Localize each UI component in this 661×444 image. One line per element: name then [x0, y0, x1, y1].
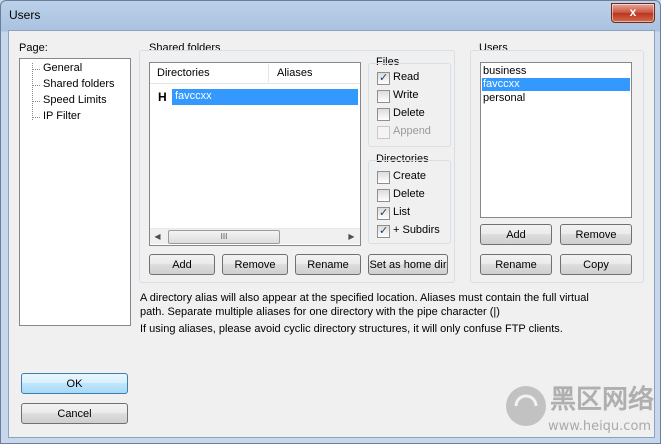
page-tree: General Shared folders Speed Limits IP F… — [19, 58, 131, 326]
info-text-line3: If using aliases, please avoid cyclic di… — [140, 323, 563, 335]
append-checkbox[interactable] — [377, 126, 390, 139]
copy-user-button[interactable]: Copy — [560, 254, 632, 275]
rename-user-button[interactable]: Rename — [480, 254, 552, 275]
user-item-personal[interactable]: personal — [483, 92, 525, 104]
close-button[interactable]: x — [611, 3, 655, 23]
scroll-right-icon[interactable]: ▶ — [344, 229, 359, 244]
horizontal-scrollbar[interactable]: ◀ III ▶ — [150, 228, 360, 244]
remove-directory-button[interactable]: Remove — [222, 254, 288, 275]
page-item-shared-folders[interactable]: Shared folders — [43, 78, 115, 90]
set-home-dir-button[interactable]: Set as home dir — [368, 254, 448, 275]
info-text-line2: path. Separate multiple aliases for one … — [140, 306, 500, 318]
column-directories[interactable]: Directories — [157, 67, 210, 79]
directory-row[interactable]: H favccxx — [156, 89, 358, 105]
add-user-button[interactable]: Add — [480, 224, 552, 245]
page-item-ip-filter[interactable]: IP Filter — [43, 110, 81, 122]
directories-list[interactable]: Directories Aliases H favccxx ◀ III ▶ — [149, 62, 361, 246]
list-label: List — [393, 206, 411, 218]
write-checkbox[interactable] — [377, 90, 390, 103]
title-bar[interactable]: Users x — [1, 1, 661, 31]
subdirs-checkbox[interactable] — [377, 224, 390, 238]
append-label: Append — [393, 125, 431, 137]
scroll-left-icon[interactable]: ◀ — [150, 229, 165, 244]
read-label: Read — [393, 71, 420, 83]
remove-user-button[interactable]: Remove — [560, 224, 632, 245]
home-dir-marker: H — [158, 90, 167, 104]
read-checkbox[interactable] — [377, 71, 390, 85]
subdirs-label: + Subdirs — [393, 224, 440, 236]
column-aliases[interactable]: Aliases — [277, 67, 312, 79]
dir-delete-label: Delete — [393, 188, 425, 200]
directory-name: favccxx — [175, 90, 212, 102]
watermark-cn-text: 黑区网络 — [550, 384, 654, 415]
user-item-business[interactable]: business — [483, 65, 526, 77]
page-nav-label: Page: — [19, 42, 48, 54]
add-directory-button[interactable]: Add — [149, 254, 215, 275]
page-item-general[interactable]: General — [43, 62, 82, 74]
page-item-speed-limits[interactable]: Speed Limits — [43, 94, 107, 106]
scroll-thumb[interactable]: III — [168, 230, 280, 244]
dir-create-label: Create — [393, 170, 427, 182]
info-text-line1: A directory alias will also appear at th… — [140, 292, 589, 304]
user-item-favccxx[interactable]: favccxx — [483, 78, 520, 90]
users-list[interactable]: business favccxx personal — [480, 62, 632, 218]
dir-delete-checkbox[interactable] — [377, 189, 390, 202]
cancel-button[interactable]: Cancel — [21, 403, 128, 424]
dir-create-checkbox[interactable] — [377, 171, 390, 184]
window-title: Users — [9, 8, 41, 22]
list-checkbox[interactable] — [377, 206, 390, 220]
ok-button[interactable]: OK — [21, 373, 128, 394]
rename-directory-button[interactable]: Rename — [295, 254, 361, 275]
directories-list-header: Directories Aliases — [150, 63, 360, 84]
file-delete-label: Delete — [393, 107, 425, 119]
watermark-logo: 黑区网络 www.heiqu.com — [500, 372, 655, 440]
watermark-url-text: www.heiqu.com — [548, 419, 651, 434]
write-label: Write — [393, 89, 419, 101]
watermark-graphic: 黑区网络 www.heiqu.com — [506, 384, 654, 434]
file-delete-checkbox[interactable] — [377, 108, 390, 121]
